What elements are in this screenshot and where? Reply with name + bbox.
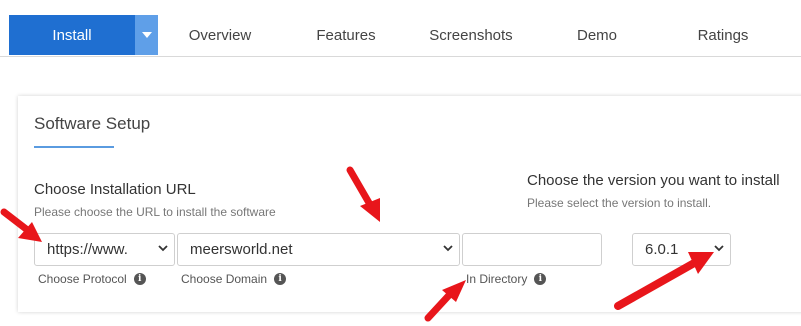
- red-arrow-annotation: [0, 166, 714, 322]
- annotation-arrows: [0, 166, 714, 322]
